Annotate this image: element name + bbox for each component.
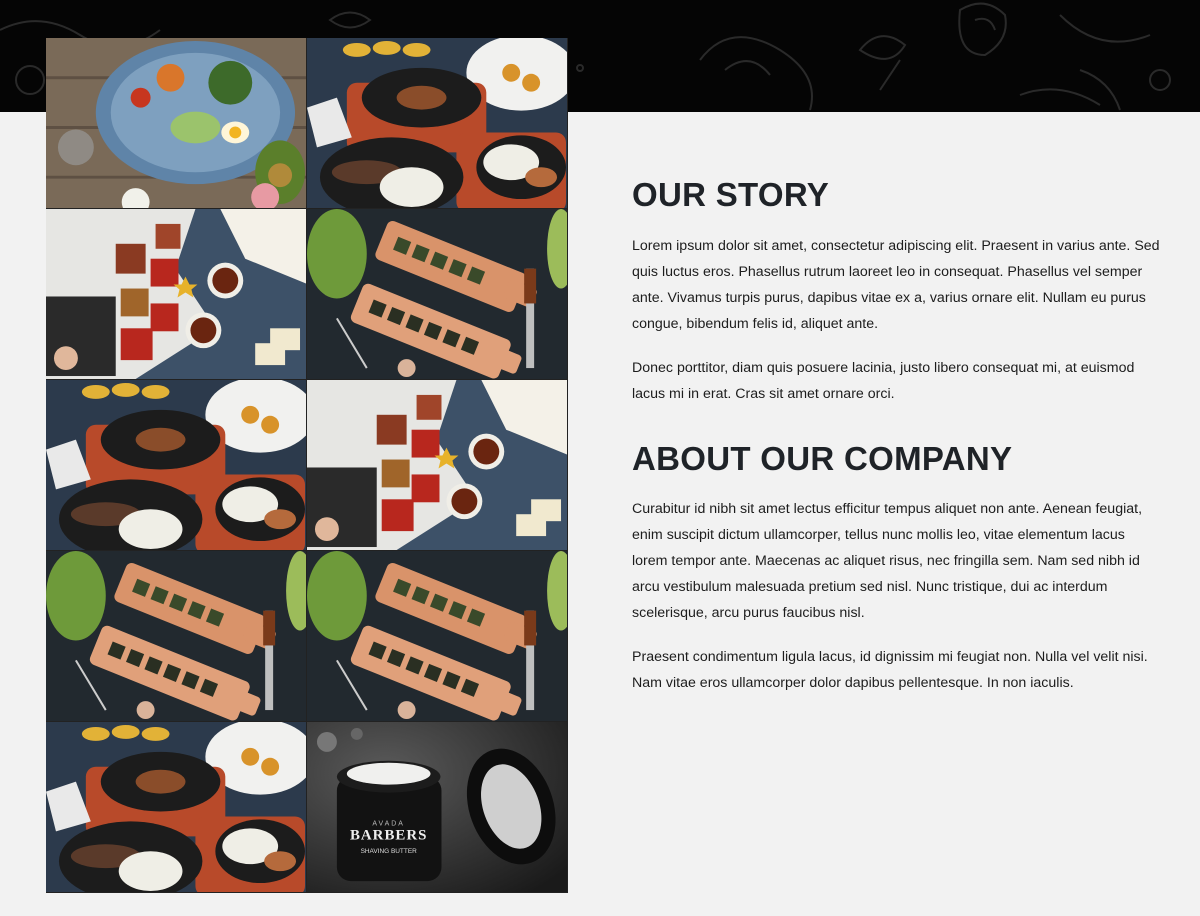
sushi-boards-photo [46,551,306,721]
gallery-tile-breakfast-tea[interactable] [307,380,568,551]
gallery-tile-sushi-boards[interactable] [307,551,568,722]
sizzling-plates-photo [46,722,306,892]
product-brand: BARBERS [350,827,427,843]
gallery-tile-breakfast-tea[interactable] [46,209,307,380]
gallery-tile-sushi-boards[interactable] [307,209,568,380]
about-company-section: ABOUT OUR COMPANY Curabitur id nibh sit … [632,439,1162,697]
gallery-tile-sizzling-plates[interactable] [46,722,307,893]
company-paragraph: Curabitur id nibh sit amet lectus effici… [632,501,1143,622]
gallery-tile-salad-bowl[interactable] [46,38,307,209]
salad-bowl-photo [46,38,306,208]
breakfast-tea-photo [46,209,306,379]
sizzling-plates-photo [46,380,306,550]
gallery-tile-sizzling-plates[interactable] [46,380,307,551]
gallery-tile-shaving-butter[interactable]: AVADA BARBERS SHAVING BUTTER [307,722,568,893]
story-paragraph: Lorem ipsum dolor sit amet, consectetur … [632,237,1160,332]
our-story-section: OUR STORY Lorem ipsum dolor sit amet, co… [632,175,1162,407]
about-company-title: ABOUT OUR COMPANY [632,439,1013,477]
gallery-tile-sushi-boards[interactable] [46,551,307,722]
product-name: SHAVING BUTTER [361,848,418,855]
sushi-boards-photo [307,209,567,379]
our-story-title: OUR STORY [632,176,830,213]
photo-gallery: AVADA BARBERS SHAVING BUTTER [46,38,568,893]
sizzling-plates-photo [307,38,567,208]
breakfast-tea-photo [307,380,567,550]
gallery-tile-sizzling-plates[interactable] [307,38,568,209]
story-paragraph: Donec porttitor, diam quis posuere lacin… [632,359,1135,402]
company-paragraph: Praesent condimentum ligula lacus, id di… [632,649,1148,692]
content-column: OUR STORY Lorem ipsum dolor sit amet, co… [632,175,1162,714]
sushi-boards-photo [307,551,567,721]
shaving-butter-jar-photo: AVADA BARBERS SHAVING BUTTER [307,722,567,892]
